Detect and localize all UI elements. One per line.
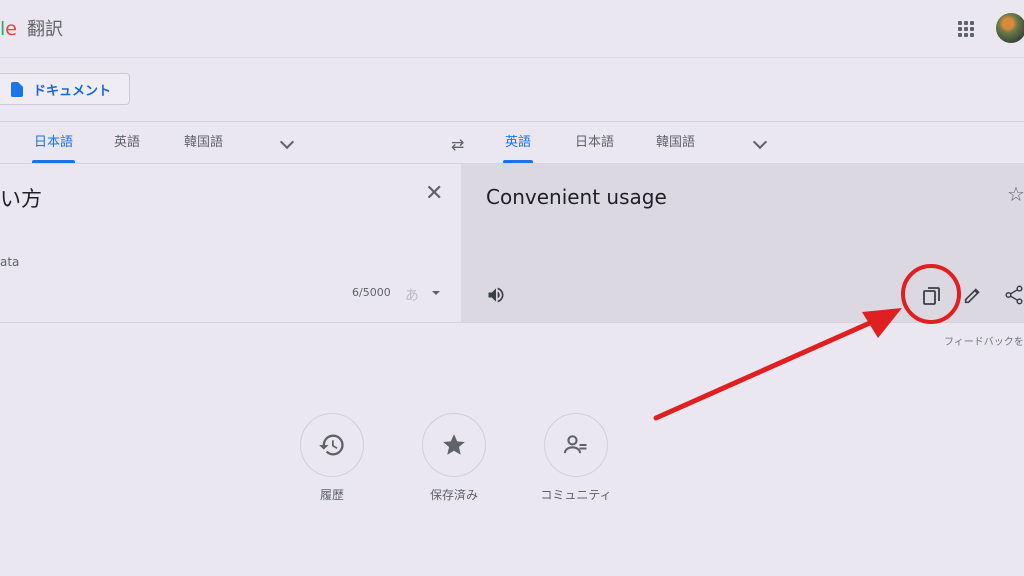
target-tab-english[interactable]: 英語 xyxy=(502,133,534,163)
source-tab-japanese[interactable]: 日本語 xyxy=(31,133,76,163)
share-icon[interactable] xyxy=(1003,284,1024,310)
avatar[interactable] xyxy=(996,13,1024,43)
history-label: 履歴 xyxy=(319,488,344,502)
document-mode-button[interactable]: ドキュメント xyxy=(0,73,130,105)
swap-languages-icon[interactable]: ⇄ xyxy=(451,135,464,154)
edit-pencil-icon[interactable] xyxy=(962,284,984,310)
character-count: 6/5000 xyxy=(352,286,391,299)
listen-speaker-icon[interactable] xyxy=(486,285,506,309)
input-tools-caret-icon[interactable] xyxy=(432,291,440,295)
history-button[interactable] xyxy=(300,413,364,477)
target-tab-japanese[interactable]: 日本語 xyxy=(575,133,614,161)
target-tab-korean[interactable]: 韓国語 xyxy=(656,133,695,161)
community-label: コミュニティ xyxy=(540,488,612,502)
source-text-input[interactable]: い方 xyxy=(0,183,42,213)
saved-label: 保存済み xyxy=(429,488,478,502)
community-button[interactable] xyxy=(544,413,608,477)
copy-translation-icon[interactable] xyxy=(920,284,944,308)
language-bar-divider xyxy=(0,163,1024,164)
community-icon xyxy=(563,435,587,454)
header-divider xyxy=(0,57,1024,58)
source-tab-korean[interactable]: 韓国語 xyxy=(184,133,223,161)
source-tab-english[interactable]: 英語 xyxy=(114,133,140,161)
input-tools-icon[interactable]: あ xyxy=(405,285,419,305)
document-mode-label: ドキュメント xyxy=(33,83,112,99)
send-feedback-link[interactable]: フィードバックを xyxy=(944,333,1024,348)
document-icon xyxy=(11,81,23,97)
app-title: 翻訳 xyxy=(26,19,63,40)
star-icon xyxy=(443,434,465,455)
annotation-arrow-shaft xyxy=(653,319,875,421)
apps-grid-icon[interactable] xyxy=(958,21,974,37)
clear-source-icon[interactable]: ✕ xyxy=(425,182,443,206)
google-translate-logo[interactable]: le 翻訳 xyxy=(0,16,63,42)
source-romanization: ata xyxy=(0,255,20,269)
save-translation-star-icon[interactable]: ☆ xyxy=(1007,182,1024,206)
history-icon xyxy=(319,434,344,456)
translation-output: Convenient usage xyxy=(486,185,667,209)
saved-button[interactable] xyxy=(422,413,486,477)
logo-letter-e: e xyxy=(5,18,17,40)
